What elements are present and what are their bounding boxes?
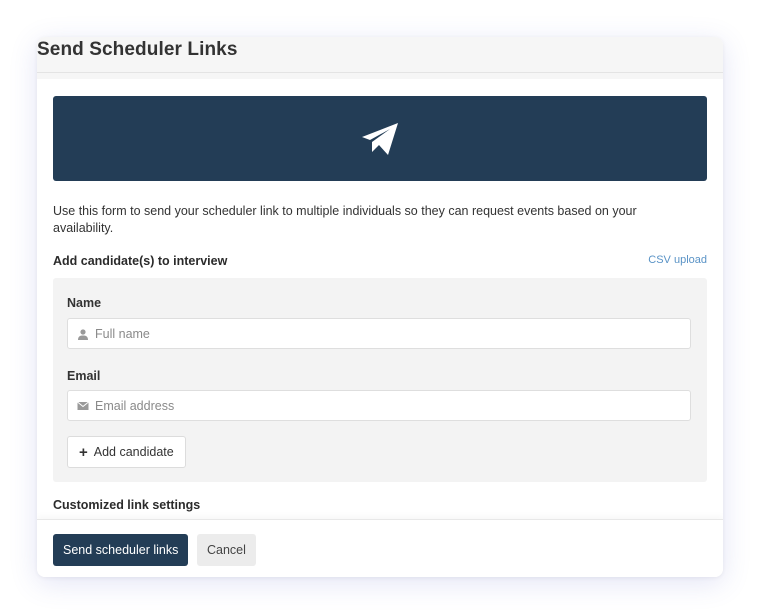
paper-plane-icon [360, 121, 400, 157]
modal-title: Send Scheduler Links [37, 39, 238, 60]
user-icon [77, 328, 89, 340]
send-scheduler-links-button[interactable]: Send scheduler links [53, 534, 189, 566]
email-input-wrapper[interactable] [67, 390, 691, 421]
header-gap [37, 73, 723, 79]
send-scheduler-links-modal: Send Scheduler Links Use this form to se… [37, 37, 723, 577]
add-candidate-button[interactable]: + Add candidate [67, 436, 186, 468]
csv-upload-link[interactable]: CSV upload [648, 254, 707, 266]
add-candidate-label: Add candidate [93, 445, 174, 459]
candidates-section-label: Add candidate(s) to interview [53, 254, 228, 268]
modal-header: Send Scheduler Links [37, 37, 723, 73]
cancel-button[interactable]: Cancel [197, 534, 256, 566]
email-label: Email [67, 369, 101, 383]
name-input-wrapper[interactable] [67, 318, 691, 349]
candidate-form-panel: Name Email + Add candidate [53, 278, 707, 482]
intro-text: Use this form to send your scheduler lin… [53, 204, 637, 235]
modal-footer: Send scheduler links Cancel [37, 519, 723, 577]
customized-link-settings-label: Customized link settings [53, 498, 201, 512]
email-input[interactable] [95, 398, 675, 413]
name-label: Name [67, 296, 102, 310]
plus-icon: + [79, 443, 88, 461]
name-input[interactable] [95, 326, 675, 341]
envelope-icon [77, 400, 89, 412]
banner [53, 96, 707, 181]
